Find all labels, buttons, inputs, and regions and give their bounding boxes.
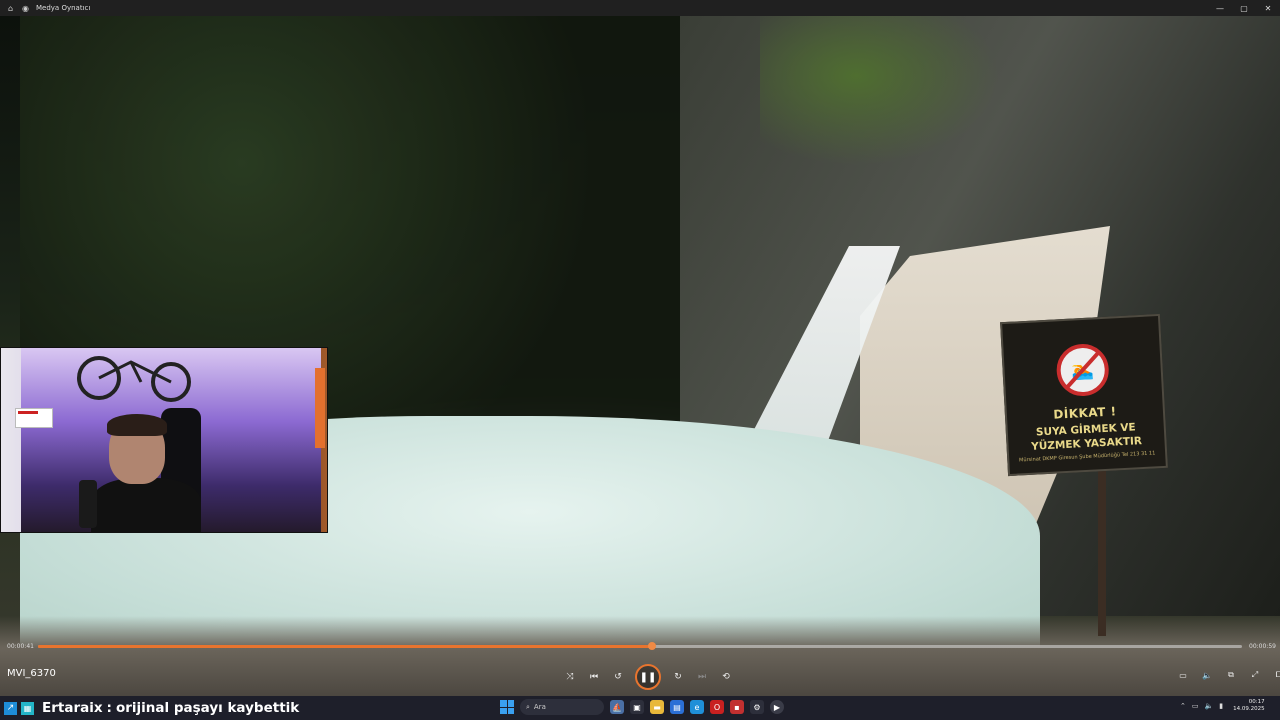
chat-username: Ertaraix [42,700,103,716]
streamer [91,414,211,532]
fullscreen-icon[interactable]: ⤢ [1248,668,1262,682]
clock[interactable]: 00:17 14.09.2025 [1233,699,1265,713]
task-view-icon[interactable]: ▣ [630,700,644,714]
pause-button[interactable]: ❚❚ [635,664,661,690]
network-icon[interactable]: ▭ [1192,702,1199,710]
edge-icon[interactable]: e [690,700,704,714]
home-icon[interactable]: ⌂ [6,4,15,13]
paper-sheet [15,408,53,428]
mini-player-icon[interactable]: ⧠ [1272,668,1280,682]
file-name: MVI_6370 [7,668,56,679]
seek-bar[interactable] [38,642,1242,650]
clock-date: 14.09.2025 [1233,706,1265,712]
store-icon[interactable]: ▤ [670,700,684,714]
close-button[interactable]: ✕ [1256,0,1280,16]
chat-badge-icon: ↗ [4,701,17,715]
taskbar-center: ⌕ Ara ⛵ ▣ ▬ ▤ e O ▪ ⚙ ▶ [500,699,784,715]
file-explorer-icon[interactable]: ▬ [650,700,664,714]
grass-patch [760,16,1000,166]
subtitles-icon[interactable]: ▭ [1176,668,1190,682]
recorder-icon[interactable]: ▪ [730,700,744,714]
search-placeholder: Ara [533,703,546,711]
clock-time: 00:17 [1248,699,1265,705]
streamer-hair [107,414,167,436]
seek-progress [38,645,653,648]
current-time: 00:00:41 [7,643,34,650]
opera-icon[interactable]: O [710,700,724,714]
rewind-10-icon[interactable]: ↺ [611,670,625,684]
chat-overlay: ↗ ▦ Ertaraix : orijinal paşayı kaybettik [0,700,299,716]
battery-icon[interactable]: ▮ [1219,702,1223,710]
playback-controls: ⤨ ⏮ ↺ ❚❚ ↻ ⏭ ⟲ [563,664,733,690]
maximize-button[interactable]: ▢ [1232,0,1256,16]
forward-30-icon[interactable]: ↻ [671,670,685,684]
microphone-icon [79,480,97,528]
right-controls: ▭ 🔈 ⧉ ⤢ ⧠ ⋯ [1176,668,1280,682]
seek-handle[interactable] [648,642,657,650]
media-player-icon: ◉ [22,3,29,13]
volume-icon[interactable]: 🔈 [1200,668,1214,682]
previous-icon[interactable]: ⏮ [587,670,601,684]
media-player-taskbar-icon[interactable]: ▶ [770,700,784,714]
webcam-overlay [0,347,328,533]
title-bar: ⌂ ◉ Medya Oynatıcı — ▢ ✕ [0,0,1280,16]
warning-sign: 🏊 DİKKAT ! SUYA GİRMEK VE YÜZMEK YASAKTI… [1000,313,1168,477]
repeat-off-icon[interactable]: ⟲ [719,670,733,684]
chat-separator: : [106,700,112,716]
total-time: 00:00:59 [1249,643,1276,650]
speaker-icon[interactable]: 🔈 [1205,702,1214,710]
search-icon: ⌕ [526,702,530,711]
minimize-button[interactable]: — [1208,0,1232,16]
widget-icon[interactable]: ⛵ [610,700,624,714]
chevron-up-icon[interactable]: ⌃ [1180,702,1186,710]
no-swimming-icon: 🏊 [1055,342,1111,398]
chat-message: orijinal paşayı kaybettik [115,700,300,716]
taskbar-search[interactable]: ⌕ Ara [520,699,604,715]
chat-platform-icon: ▦ [21,701,34,715]
sign-post [1098,466,1106,636]
window-title: Medya Oynatıcı [36,4,91,12]
bicycle-icon [77,356,191,402]
sign-heading: DİKKAT ! [1053,404,1117,422]
sign-text: SUYA GİRMEK VE YÜZMEK YASAKTIR [1030,420,1142,454]
lamp [315,368,325,448]
windows-start-icon[interactable] [500,700,514,714]
settings-icon[interactable]: ⚙ [750,700,764,714]
next-icon[interactable]: ⏭ [695,670,709,684]
shuffle-icon[interactable]: ⤨ [563,670,577,684]
system-tray: ⌃ ▭ 🔈 ▮ 00:17 14.09.2025 [1180,699,1265,713]
cast-icon[interactable]: ⧉ [1224,668,1238,682]
streamer-body [91,478,201,532]
